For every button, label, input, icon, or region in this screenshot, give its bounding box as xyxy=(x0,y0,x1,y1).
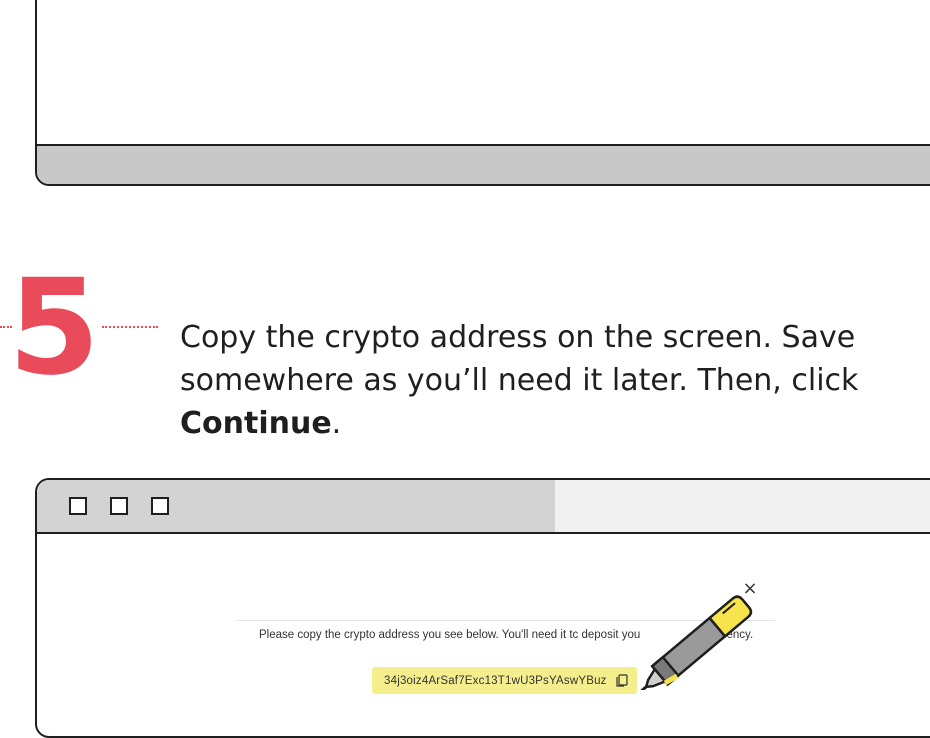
step-text-line-1: Copy the crypto address on the screen. S… xyxy=(180,320,856,355)
window-button-2[interactable] xyxy=(110,497,128,515)
continue-emphasis: Continue xyxy=(180,406,332,441)
browser-frame-top xyxy=(35,0,930,186)
window-button-3[interactable] xyxy=(151,497,169,515)
browser-tab-inactive[interactable] xyxy=(555,480,930,532)
browser-frame-footer xyxy=(37,144,930,184)
browser-titlebar xyxy=(37,480,930,534)
highlighter-marker-icon xyxy=(640,595,753,690)
instructions-text: Please copy the crypto address you see b… xyxy=(259,629,641,641)
crypto-address-field[interactable]: 34j3oiz4ArSaf7Exc13T1wU3PsYAswYBuz xyxy=(372,667,637,694)
step-number: 5 xyxy=(8,251,100,405)
dotted-connector-right xyxy=(102,326,158,328)
browser-frame: × Please copy the crypto address you see… xyxy=(35,478,930,738)
step-text-period: . xyxy=(331,406,342,441)
step-text-line-2: somewhere as you’ll need it later. Then,… xyxy=(180,363,859,398)
step-instructions: Copy the crypto address on the screen. S… xyxy=(180,316,930,445)
crypto-address-value: 34j3oiz4ArSaf7Exc13T1wU3PsYAswYBuz xyxy=(384,674,607,687)
window-button-1[interactable] xyxy=(69,497,87,515)
step-text-line-3: Continue. xyxy=(180,402,930,445)
